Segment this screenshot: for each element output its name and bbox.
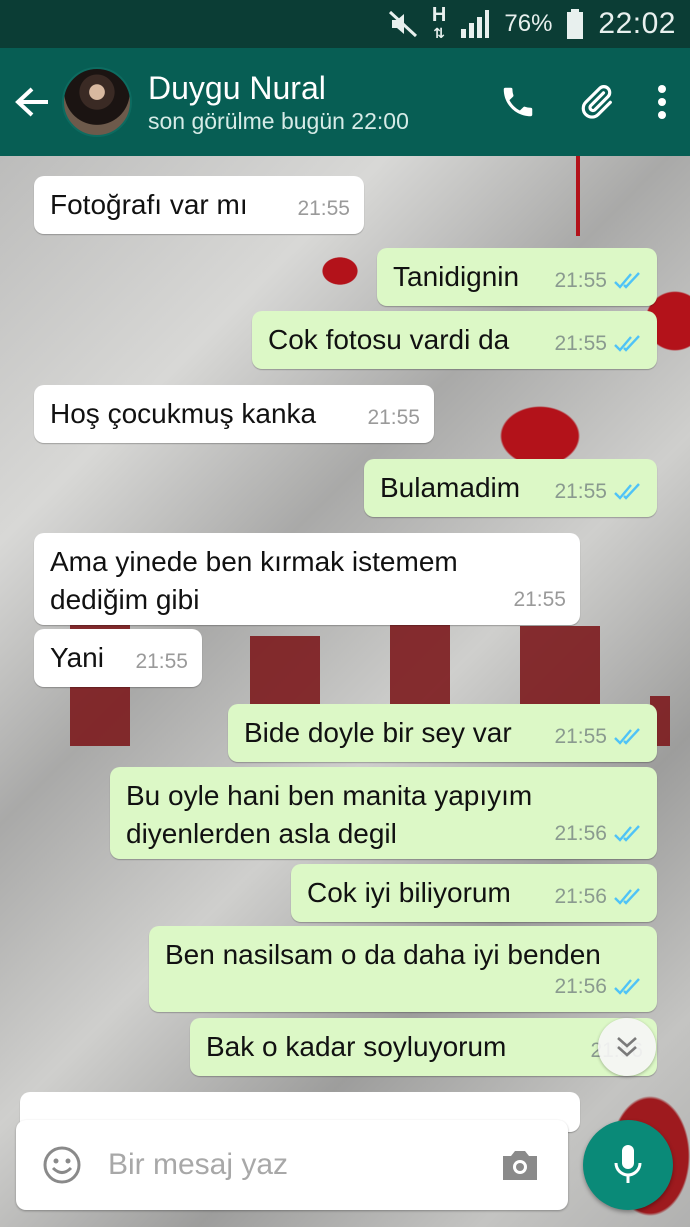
message-text: Ama yinede ben kırmak istemem dediğim gi… (50, 546, 458, 615)
status-bar: H ⇅ 76% 22:02 (0, 0, 690, 48)
network-type: H (431, 4, 447, 26)
read-receipt-icon (613, 825, 643, 843)
message-text: Yani (50, 642, 104, 673)
message-time: 21:55 (554, 725, 607, 748)
read-receipt-icon (613, 978, 643, 996)
message-time: 21:55 (297, 197, 350, 220)
message-time: 21:56 (554, 975, 607, 998)
message-text: Bu oyle hani ben manita yapıyım diyenler… (126, 780, 533, 849)
read-receipt-icon (613, 272, 643, 290)
message-meta: 21:55 (513, 581, 566, 619)
message-bubble[interactable]: Bulamadim 21:55 (364, 459, 657, 517)
message-input[interactable] (106, 1147, 498, 1183)
scroll-to-bottom-button[interactable] (598, 1018, 656, 1076)
signal-icon (460, 9, 490, 39)
microphone-button[interactable] (583, 1120, 673, 1210)
message-bubble[interactable]: Cok fotosu vardi da 21:55 (252, 311, 657, 369)
message-text: Fotoğrafı var mı (50, 189, 248, 220)
message-time: 21:55 (554, 480, 607, 503)
message-text: Hoş çocukmuş kanka (50, 398, 317, 429)
message-meta: 21:55 (554, 262, 643, 300)
message-bubble[interactable]: Yani 21:55 (34, 629, 202, 687)
message-bubble[interactable]: Cok iyi biliyorum 21:56 (291, 864, 657, 922)
battery-icon (566, 9, 584, 39)
message-meta: 21:55 (367, 399, 420, 437)
message-meta: 21:55 (554, 718, 643, 756)
message-bubble[interactable]: Tanidignin 21:55 (377, 248, 657, 306)
avatar[interactable] (62, 67, 132, 137)
message-bubble[interactable]: Bide doyle bir sey var 21:55 (228, 704, 657, 762)
message-text: Cok iyi biliyorum (307, 877, 511, 908)
read-receipt-icon (613, 728, 643, 746)
camera-icon[interactable] (498, 1143, 542, 1187)
message-time: 21:56 (554, 885, 607, 908)
message-meta: 21:56 (554, 878, 643, 916)
chevron-double-down-icon (617, 1037, 637, 1057)
message-time: 21:55 (554, 269, 607, 292)
message-composer (16, 1120, 568, 1210)
message-text: Bide doyle bir sey var (244, 717, 512, 748)
last-seen-status: son görülme bugün 22:00 (148, 108, 409, 134)
message-bubble[interactable]: Bu oyle hani ben manita yapıyım diyenler… (110, 767, 657, 859)
message-text: Bulamadim (380, 472, 521, 503)
message-meta: 21:55 (135, 643, 188, 681)
chat-header: Duygu Nural son görülme bugün 22:00 (0, 48, 690, 156)
message-bubble[interactable]: Ben nasilsam o da daha iyi benden 21:56 (149, 926, 657, 1012)
message-bubble[interactable]: Hoş çocukmuş kanka 21:55 (34, 385, 434, 443)
contact-info[interactable]: Duygu Nural son görülme bugün 22:00 (148, 69, 486, 135)
paperclip-icon[interactable] (564, 70, 628, 134)
back-arrow-icon[interactable] (2, 72, 62, 132)
read-receipt-icon (613, 888, 643, 906)
chat-area[interactable]: Fotoğrafı var mı 21:55 Tanidignin 21:55 … (0, 156, 690, 1227)
more-vert-icon[interactable] (642, 70, 682, 134)
message-text: Cok fotosu vardi da (268, 324, 510, 355)
emoji-icon[interactable] (42, 1145, 82, 1185)
read-receipt-icon (613, 483, 643, 501)
message-time: 21:55 (554, 332, 607, 355)
battery-percent: 76% (504, 10, 553, 37)
message-meta: 21:56 (554, 815, 643, 853)
message-text: Tanidignin (393, 261, 520, 292)
read-receipt-icon (613, 335, 643, 353)
mute-icon (388, 10, 418, 38)
message-meta: 21:55 (297, 190, 350, 228)
message-bubble[interactable]: Ama yinede ben kırmak istemem dediğim gi… (34, 533, 580, 625)
message-bubble[interactable]: Fotoğrafı var mı 21:55 (34, 176, 364, 234)
network-h-icon: H ⇅ (431, 4, 447, 41)
message-bubble[interactable]: Bak o kadar soyluyorum 21:56 (190, 1018, 657, 1076)
message-text: Bak o kadar soyluyorum (206, 1031, 507, 1062)
contact-name: Duygu Nural (148, 70, 326, 106)
microphone-icon (614, 1145, 642, 1183)
message-meta: 21:55 (554, 473, 643, 511)
message-time: 21:55 (135, 650, 188, 673)
phone-icon[interactable] (486, 70, 550, 134)
message-text: Ben nasilsam o da daha iyi benden (165, 939, 601, 970)
message-meta: 21:55 (554, 325, 643, 363)
clock: 22:02 (598, 7, 676, 40)
message-time: 21:56 (554, 822, 607, 845)
message-time: 21:55 (367, 406, 420, 429)
message-time: 21:55 (513, 588, 566, 611)
message-meta: 21:56 (554, 968, 643, 1006)
